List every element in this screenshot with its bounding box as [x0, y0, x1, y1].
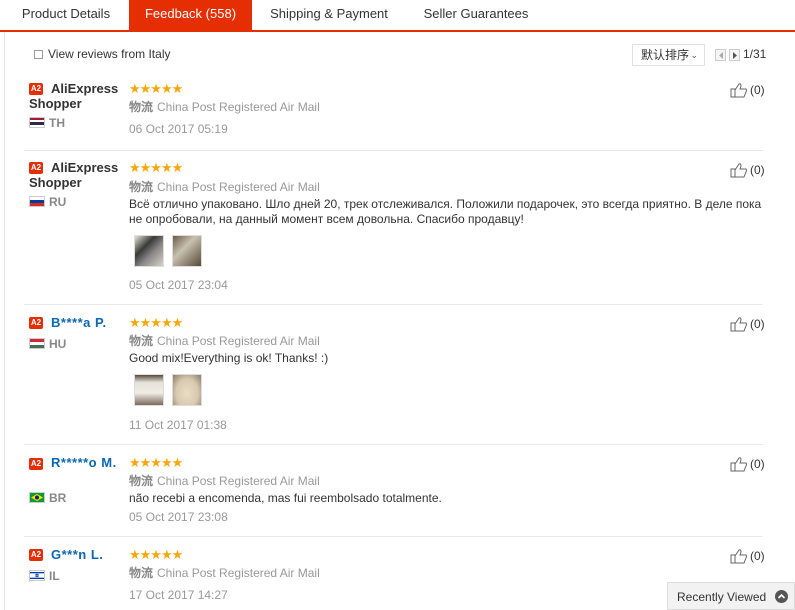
flag-th-icon — [29, 117, 45, 128]
flag-ru-icon — [29, 196, 45, 207]
thumbs-up-icon — [730, 163, 747, 178]
logistics-label: 物流 — [129, 474, 154, 488]
sort-dropdown[interactable]: 默认排序 ⌄ — [632, 44, 705, 66]
flag-il-icon — [29, 570, 45, 581]
star-rating: ★★★★★ — [129, 315, 183, 330]
helpful-button[interactable]: (0) — [730, 162, 770, 178]
review-item: A2 G***n L. IL ★★★★★ 物流 China Post Regist… — [24, 537, 765, 610]
tab-bar: Product Details Feedback (558) Shipping … — [0, 0, 795, 32]
review-text: não recebi a encomenda, mas fui reembols… — [129, 491, 442, 505]
logistics-method: China Post Registered Air Mail — [157, 180, 320, 194]
logistics-info: 物流 China Post Registered Air Mail — [129, 332, 320, 349]
review-item: A2 B****a P. HU ★★★★★ 物流 China Post Regis… — [24, 305, 765, 445]
reviewer-name[interactable]: R*****o M. — [29, 455, 119, 470]
helpful-count: (0) — [750, 163, 765, 177]
reviewer-name[interactable]: B****a P. — [29, 315, 129, 330]
chevron-right-icon — [733, 52, 737, 59]
review-text: Всё отлично упаковано. Шло дней 20, трек… — [129, 197, 762, 226]
tab-seller-guarantees[interactable]: Seller Guarantees — [408, 0, 544, 30]
review-date: 06 Oct 2017 05:19 — [129, 122, 228, 136]
page-indicator: 1/31 — [743, 47, 767, 61]
logistics-info: 物流 China Post Registered Air Mail — [129, 472, 320, 489]
review-date: 05 Oct 2017 23:08 — [129, 510, 228, 524]
thumbs-up-icon — [730, 549, 747, 564]
logistics-label: 物流 — [129, 334, 154, 348]
chevron-up-icon — [775, 590, 788, 603]
prev-page-button[interactable] — [715, 49, 726, 61]
logistics-method: China Post Registered Air Mail — [157, 100, 320, 114]
logistics-method: China Post Registered Air Mail — [157, 334, 320, 348]
flag-hu-icon — [29, 338, 45, 349]
tab-product-details[interactable]: Product Details — [5, 0, 127, 30]
review-photo[interactable] — [172, 235, 202, 267]
helpful-button[interactable]: (0) — [730, 316, 770, 332]
helpful-count: (0) — [750, 549, 765, 563]
review-date: 11 Oct 2017 01:38 — [129, 418, 227, 432]
review-photo[interactable] — [172, 374, 202, 406]
review-photo[interactable] — [134, 235, 164, 267]
helpful-button[interactable]: (0) — [730, 548, 770, 564]
reviewer-country: HU — [49, 337, 67, 351]
italy-checkbox[interactable] — [34, 50, 43, 59]
chevron-left-icon — [719, 52, 723, 59]
reviewer-name: AliExpress Shopper — [29, 160, 119, 190]
thumbs-up-icon — [730, 317, 747, 332]
logistics-info: 物流 China Post Registered Air Mail — [129, 564, 320, 581]
helpful-button[interactable]: (0) — [730, 456, 770, 472]
logistics-label: 物流 — [129, 180, 154, 194]
reviewer-name[interactable]: G***n L. — [29, 547, 129, 562]
helpful-count: (0) — [750, 457, 765, 471]
reviewer-country: IL — [49, 569, 60, 583]
logistics-label: 物流 — [129, 566, 154, 580]
flag-br-shape — [30, 493, 44, 502]
reviewer-country: TH — [49, 116, 65, 130]
tab-feedback[interactable]: Feedback (558) — [129, 0, 252, 32]
star-rating: ★★★★★ — [129, 81, 183, 96]
logistics-info: 物流 China Post Registered Air Mail — [129, 178, 320, 195]
reviewer-name: AliExpress Shopper — [29, 81, 119, 111]
chevron-down-icon: ⌄ — [690, 50, 698, 60]
star-rating: ★★★★★ — [129, 160, 183, 175]
review-photo[interactable] — [134, 374, 164, 406]
feedback-toolbar: View reviews from Italy 默认排序 ⌄ 1/31 — [5, 42, 795, 68]
recently-viewed-label: Recently Viewed — [677, 590, 767, 604]
review-text: Good mix!Everything is ok! Thanks! :) — [129, 351, 329, 365]
next-page-button[interactable] — [729, 49, 740, 61]
flag-il-shape — [30, 571, 44, 580]
flag-br-icon — [29, 492, 45, 503]
thumbs-up-icon — [730, 457, 747, 472]
logistics-info: 物流 China Post Registered Air Mail — [129, 98, 320, 115]
review-item: A2 R*****o M. BR ★★★★★ 物流 China Post Regi… — [24, 445, 765, 537]
reviewer-country: RU — [49, 195, 67, 209]
reviewer-country: BR — [49, 491, 67, 505]
star-rating: ★★★★★ — [129, 547, 183, 562]
recently-viewed-button[interactable]: Recently Viewed — [667, 582, 795, 610]
star-rating: ★★★★★ — [129, 455, 183, 470]
review-item: A2 AliExpress Shopper TH ★★★★★ 物流 China P… — [24, 72, 765, 151]
review-date: 05 Oct 2017 23:04 — [129, 278, 228, 292]
thumbs-up-icon — [730, 83, 747, 98]
italy-checkbox-label[interactable]: View reviews from Italy — [48, 47, 170, 61]
helpful-count: (0) — [750, 83, 765, 97]
review-item: A2 AliExpress Shopper RU ★★★★★ 物流 China P… — [24, 151, 765, 305]
helpful-button[interactable]: (0) — [730, 82, 770, 98]
logistics-method: China Post Registered Air Mail — [157, 566, 320, 580]
review-date: 17 Oct 2017 14:27 — [129, 588, 228, 602]
helpful-count: (0) — [750, 317, 765, 331]
logistics-method: China Post Registered Air Mail — [157, 474, 320, 488]
logistics-label: 物流 — [129, 100, 154, 114]
tab-shipping-payment[interactable]: Shipping & Payment — [254, 0, 404, 30]
chevron-up-shape — [777, 593, 786, 599]
sort-value: 默认排序 — [641, 48, 690, 62]
